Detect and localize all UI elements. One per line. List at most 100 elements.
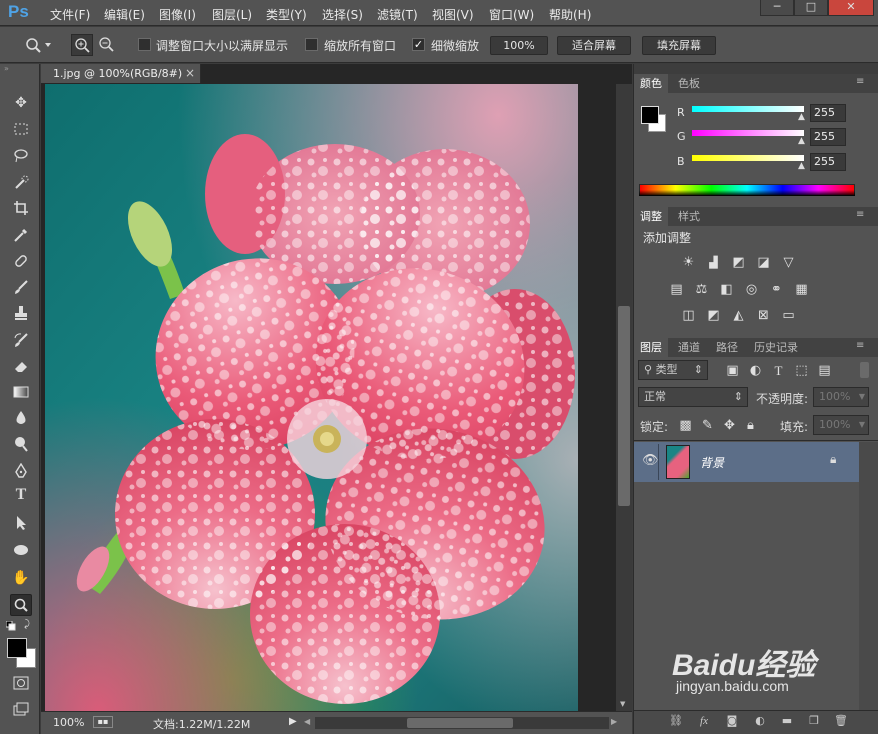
status-info-icon[interactable]: ▪▪ bbox=[93, 716, 113, 728]
tab-paths[interactable]: 路径 bbox=[710, 338, 744, 357]
brush-tool-icon[interactable] bbox=[10, 276, 32, 298]
menu-view[interactable]: 视图(V) bbox=[432, 6, 474, 23]
layer-name[interactable]: 背景 bbox=[700, 454, 724, 471]
hue-saturation-icon[interactable]: ▤ bbox=[668, 281, 685, 298]
lock-transparent-pixels-icon[interactable]: ▩ bbox=[677, 417, 694, 434]
tab-layers[interactable]: 图层 bbox=[634, 338, 668, 357]
brightness-contrast-icon[interactable]: ☀ bbox=[680, 254, 697, 271]
image-canvas[interactable] bbox=[45, 84, 578, 711]
add-layer-mask-icon[interactable]: ◙ bbox=[724, 714, 740, 728]
new-layer-icon[interactable]: ❐ bbox=[806, 714, 822, 728]
menu-image[interactable]: 图像(I) bbox=[159, 6, 196, 23]
exposure-icon[interactable]: ◪ bbox=[755, 254, 772, 271]
scroll-left-arrow-icon[interactable]: ◀ bbox=[304, 717, 310, 726]
menu-layer[interactable]: 图层(L) bbox=[212, 6, 252, 23]
invert-icon[interactable]: ◫ bbox=[680, 307, 697, 324]
tab-history[interactable]: 历史记录 bbox=[748, 338, 804, 357]
screen-mode-icon[interactable] bbox=[10, 698, 32, 720]
ellipse-tool-icon[interactable] bbox=[10, 539, 32, 561]
gradient-tool-icon[interactable] bbox=[10, 381, 32, 403]
minimize-button[interactable]: ─ bbox=[760, 0, 794, 16]
vertical-scroll-thumb[interactable] bbox=[618, 306, 630, 506]
horizontal-scrollbar[interactable] bbox=[315, 717, 609, 729]
crop-tool-icon[interactable] bbox=[10, 197, 32, 219]
zoom-level[interactable]: 100% bbox=[53, 716, 84, 729]
menu-help[interactable]: 帮助(H) bbox=[549, 6, 591, 23]
fill-input[interactable]: 100% ▼ bbox=[813, 415, 869, 435]
menu-file[interactable]: 文件(F) bbox=[50, 6, 90, 23]
adjustments-menu-icon[interactable]: ≡ bbox=[856, 209, 864, 220]
levels-icon[interactable]: ▟ bbox=[705, 254, 722, 271]
zoom-in-icon[interactable] bbox=[71, 34, 93, 56]
path-selection-tool-icon[interactable] bbox=[10, 512, 32, 534]
zoom-all-checkbox[interactable] bbox=[305, 38, 318, 51]
foreground-color-swatch[interactable] bbox=[7, 638, 27, 658]
blur-tool-icon[interactable] bbox=[10, 407, 32, 429]
menu-filter[interactable]: 滤镜(T) bbox=[377, 6, 418, 23]
move-tool-icon[interactable]: ✥ bbox=[10, 92, 32, 114]
lock-position-icon[interactable]: ✥ bbox=[721, 417, 738, 434]
blend-mode-select[interactable]: 正常 ⇕ bbox=[638, 387, 748, 407]
red-slider-handle-icon[interactable]: ▲ bbox=[798, 112, 805, 122]
lasso-tool-icon[interactable] bbox=[10, 144, 32, 166]
red-value-input[interactable]: 255 bbox=[810, 104, 846, 122]
close-button[interactable]: ✕ bbox=[828, 0, 874, 16]
blue-slider[interactable] bbox=[692, 155, 804, 161]
selective-color-icon[interactable]: ⊠ bbox=[755, 307, 772, 324]
filter-pixel-icon[interactable]: ▣ bbox=[724, 362, 741, 379]
channel-mixer-icon[interactable]: ⚭ bbox=[768, 281, 785, 298]
menu-select[interactable]: 选择(S) bbox=[322, 6, 363, 23]
zoom-tool-preset-icon[interactable] bbox=[24, 36, 54, 54]
scroll-right-arrow-icon[interactable]: ▶ bbox=[611, 717, 617, 726]
marquee-tool-icon[interactable] bbox=[10, 118, 32, 140]
fill-screen-button[interactable]: 填充屏幕 bbox=[642, 36, 716, 55]
lock-image-pixels-icon[interactable]: ✎ bbox=[699, 417, 716, 434]
quick-selection-tool-icon[interactable] bbox=[10, 171, 32, 193]
layer-style-fx-icon[interactable]: fx bbox=[696, 714, 712, 728]
document-tab[interactable]: 1.jpg @ 100%(RGB/8#) × bbox=[41, 64, 201, 83]
vertical-scrollbar[interactable]: ▼ bbox=[616, 84, 632, 711]
posterize-icon[interactable]: ◩ bbox=[705, 307, 722, 324]
scroll-down-arrow-icon[interactable]: ▼ bbox=[620, 700, 628, 708]
color-balance-icon[interactable]: ⚖ bbox=[693, 281, 710, 298]
new-group-folder-icon[interactable]: ▬ bbox=[779, 714, 795, 728]
color-lookup-icon[interactable]: ▦ bbox=[793, 281, 810, 298]
horizontal-scroll-thumb[interactable] bbox=[407, 718, 513, 728]
status-menu-arrow-icon[interactable]: ▶ bbox=[289, 716, 297, 727]
link-layers-icon[interactable]: ⛓ bbox=[668, 714, 684, 728]
vibrance-icon[interactable]: ▽ bbox=[780, 254, 797, 271]
zoom-100-button[interactable]: 100% bbox=[490, 36, 548, 55]
menu-edit[interactable]: 编辑(E) bbox=[104, 6, 145, 23]
opacity-input[interactable]: 100% ▼ bbox=[813, 387, 869, 407]
scrubby-zoom-checkbox[interactable]: ✓ bbox=[412, 38, 425, 51]
tab-swatches[interactable]: 色板 bbox=[672, 74, 706, 93]
delete-layer-trash-icon[interactable]: 🗑︎ bbox=[833, 714, 849, 728]
filter-adjustment-icon[interactable]: ◐ bbox=[747, 362, 764, 379]
healing-brush-tool-icon[interactable] bbox=[10, 250, 32, 272]
layer-filter-select[interactable]: ⚲ 类型 ⇕ bbox=[638, 360, 708, 380]
resize-windows-checkbox[interactable] bbox=[138, 38, 151, 51]
gradient-map-icon[interactable]: ▭ bbox=[780, 307, 797, 324]
filter-smart-object-icon[interactable]: ▤ bbox=[816, 362, 833, 379]
tab-styles[interactable]: 样式 bbox=[672, 207, 706, 226]
tab-channels[interactable]: 通道 bbox=[672, 338, 706, 357]
photo-filter-icon[interactable]: ◎ bbox=[743, 281, 760, 298]
zoom-out-icon[interactable] bbox=[96, 34, 118, 56]
green-slider-handle-icon[interactable]: ▲ bbox=[798, 136, 805, 146]
panel-foreground-swatch[interactable] bbox=[641, 106, 659, 124]
hand-tool-icon[interactable]: ✋ bbox=[10, 567, 32, 589]
green-slider[interactable] bbox=[692, 130, 804, 136]
maximize-button[interactable]: □ bbox=[794, 0, 828, 16]
dodge-tool-icon[interactable] bbox=[10, 433, 32, 455]
layer-row[interactable]: 👁︎ 背景 🔒︎ bbox=[634, 442, 859, 482]
filter-toggle-switch[interactable] bbox=[860, 362, 869, 378]
tab-adjustments[interactable]: 调整 bbox=[634, 207, 668, 226]
fit-screen-button[interactable]: 适合屏幕 bbox=[557, 36, 631, 55]
red-slider[interactable] bbox=[692, 106, 804, 112]
history-brush-tool-icon[interactable] bbox=[10, 329, 32, 351]
blue-value-input[interactable]: 255 bbox=[810, 153, 846, 171]
layer-thumbnail[interactable] bbox=[666, 445, 690, 479]
zoom-tool-icon[interactable] bbox=[10, 594, 32, 616]
eyedropper-tool-icon[interactable] bbox=[10, 224, 32, 246]
pen-tool-icon[interactable] bbox=[10, 460, 32, 482]
